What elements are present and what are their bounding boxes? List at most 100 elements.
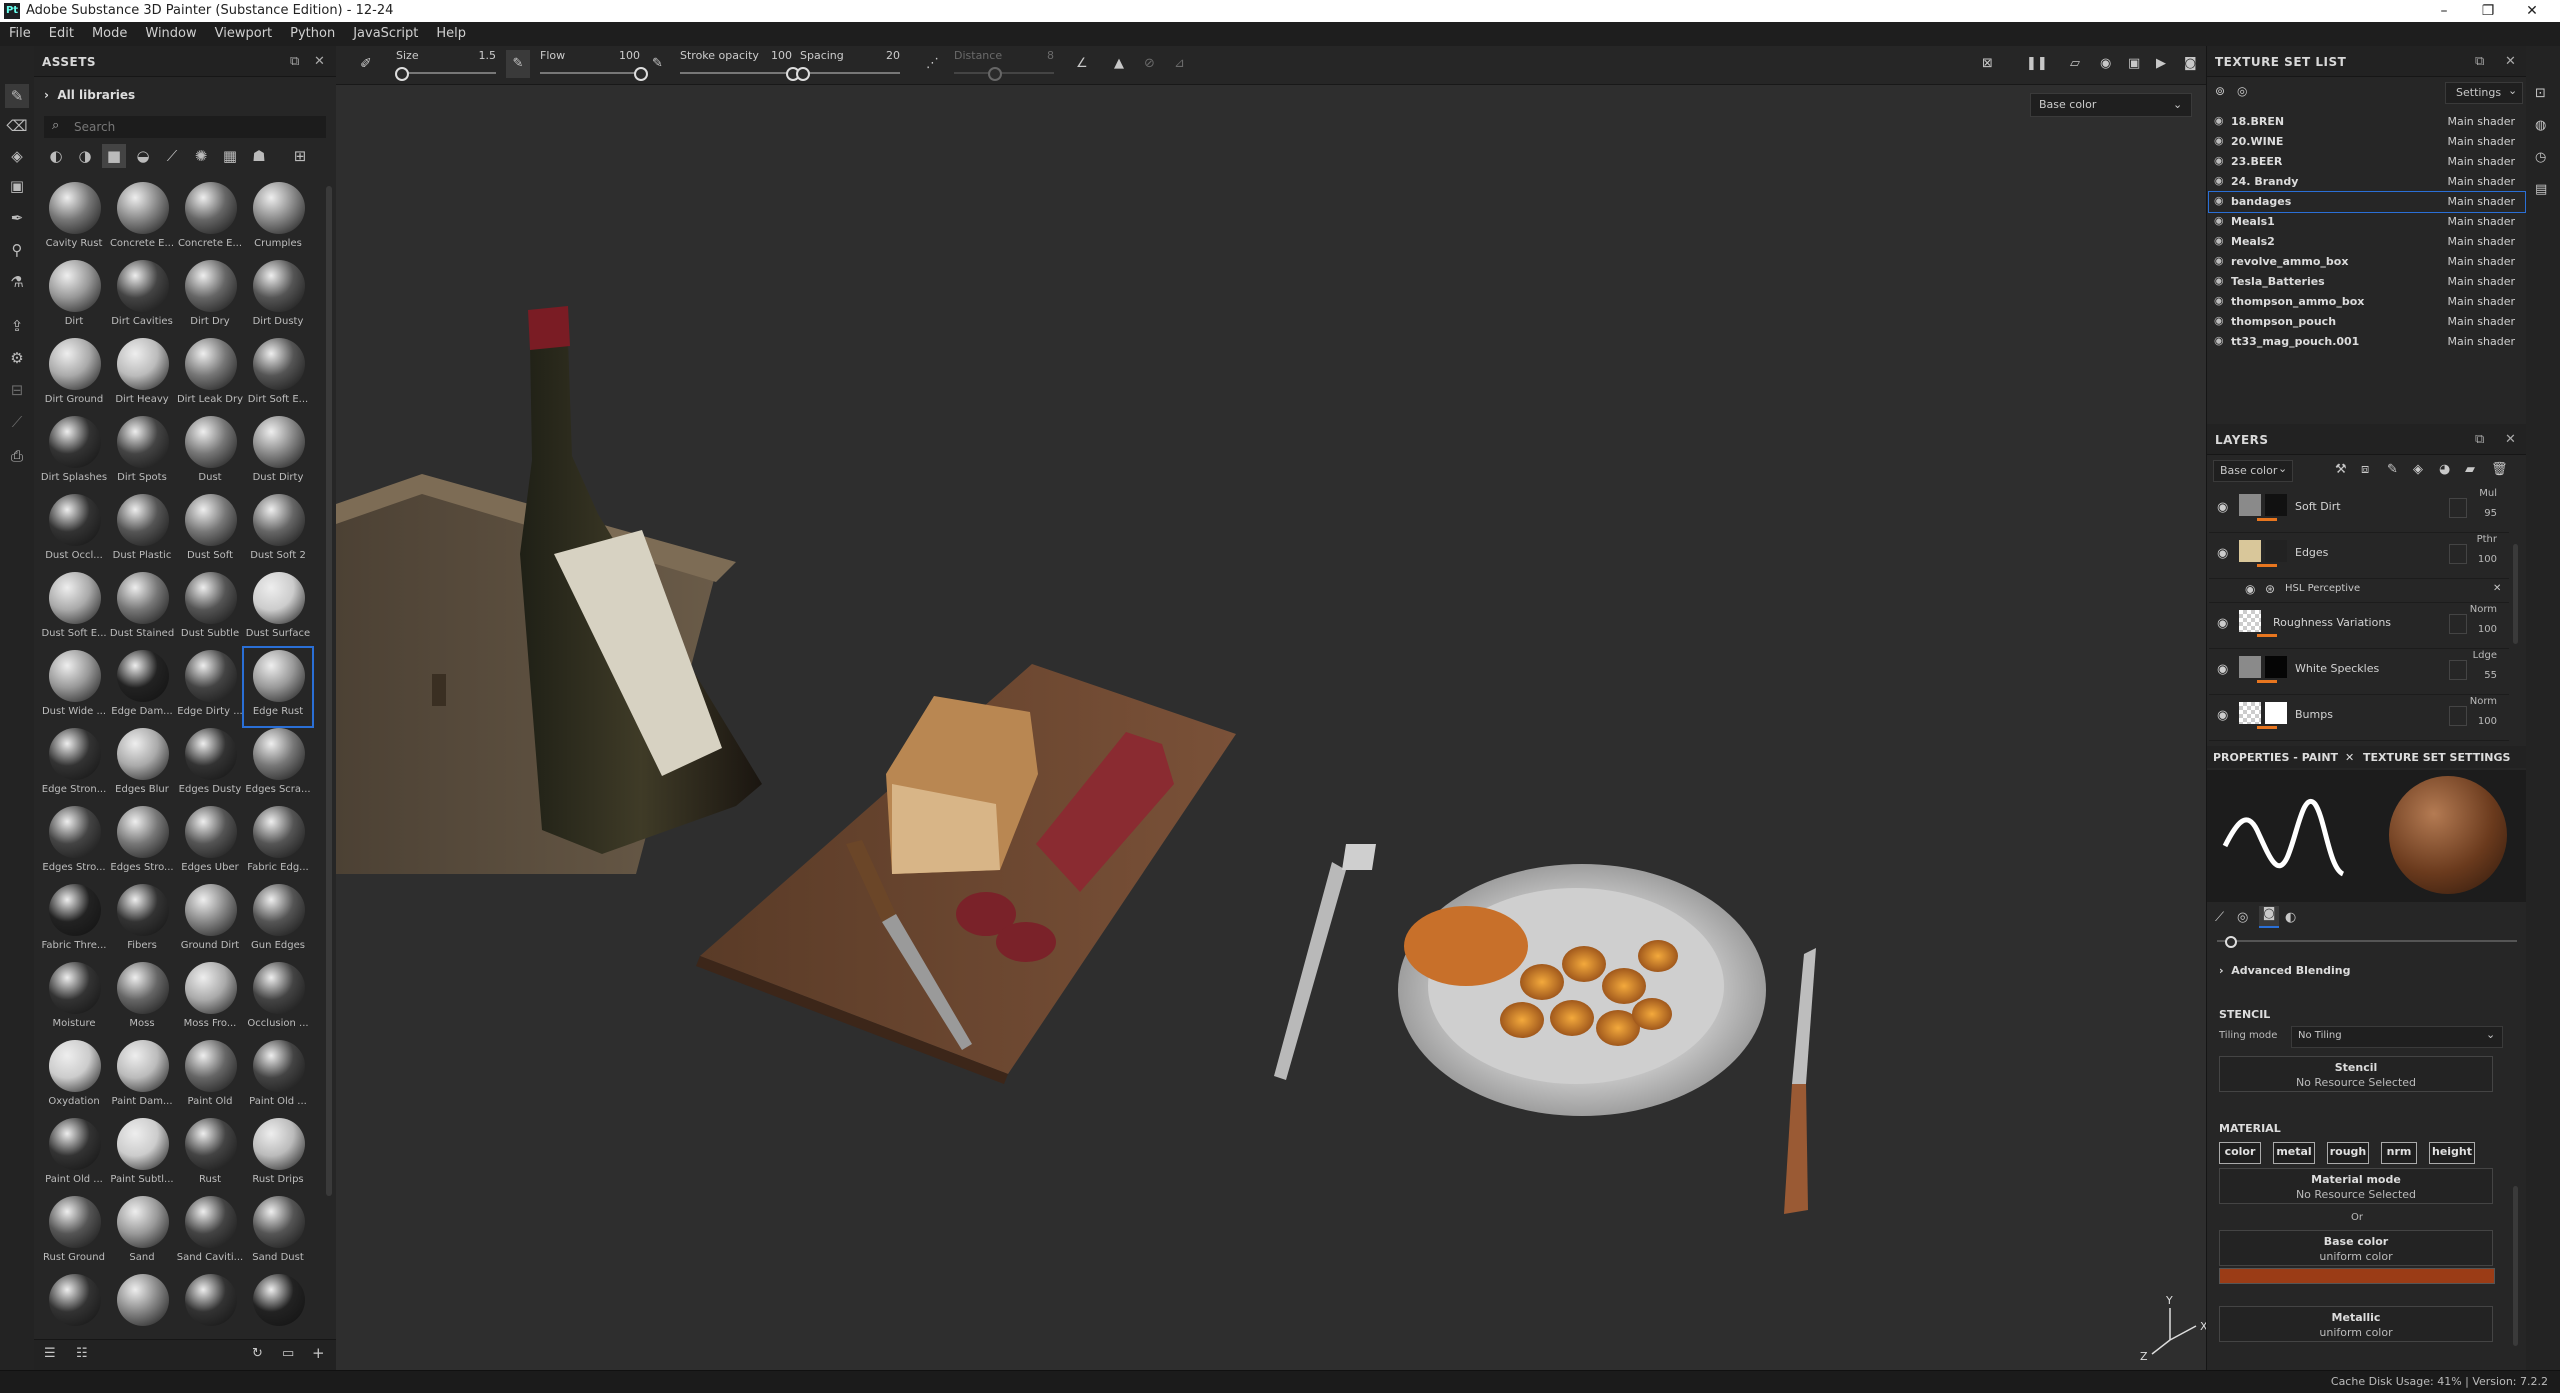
- channel-rough-toggle[interactable]: rough: [2327, 1142, 2369, 1164]
- menu-window[interactable]: Window: [136, 22, 205, 41]
- texture-set-list-icon[interactable]: ⊡: [2535, 86, 2546, 101]
- layer-select-box[interactable]: [2449, 706, 2467, 726]
- camera-mode-icon[interactable]: ▱: [2070, 56, 2080, 71]
- display-mode-icon[interactable]: ◉: [2100, 56, 2111, 71]
- filter-environments-icon[interactable]: ☗: [247, 144, 271, 168]
- tab-texture-set-settings[interactable]: TEXTURE SET SETTINGS: [2363, 751, 2510, 764]
- food-plate[interactable]: [1398, 864, 1766, 1116]
- maximize-button[interactable]: ❐: [2468, 1, 2508, 21]
- asset-item[interactable]: Dirt Dusty: [244, 258, 312, 336]
- asset-item[interactable]: Dirt Splashes: [40, 414, 108, 492]
- asset-item[interactable]: Fibers: [108, 882, 176, 960]
- menu-help[interactable]: Help: [427, 22, 475, 41]
- asset-item[interactable]: Rust: [176, 1116, 244, 1194]
- filter-brushes-icon[interactable]: ⟋: [160, 144, 184, 168]
- list-icon[interactable]: ☷: [76, 1346, 88, 1361]
- add-icon[interactable]: +: [312, 1344, 325, 1362]
- asset-item[interactable]: [108, 1272, 176, 1330]
- asset-item[interactable]: Dust Dirty: [244, 414, 312, 492]
- filter-particles-icon[interactable]: ✺: [189, 144, 213, 168]
- video-icon[interactable]: ▶: [2156, 56, 2166, 71]
- mirror-icon[interactable]: ⊘: [1144, 56, 1155, 71]
- asset-search[interactable]: ⌕ Search: [44, 116, 326, 138]
- asset-item[interactable]: Edges Dusty: [176, 726, 244, 804]
- close-icon[interactable]: ✕: [2493, 583, 2501, 594]
- channel-metal-toggle[interactable]: metal: [2273, 1142, 2315, 1164]
- eraser-icon[interactable]: ⌫: [5, 114, 29, 138]
- eye-icon[interactable]: ◎: [2237, 84, 2247, 98]
- log-icon[interactable]: ▤: [2535, 182, 2547, 197]
- layer-opacity[interactable]: 95: [2484, 508, 2497, 519]
- texture-set-row[interactable]: ◉ Meals2 Main shader: [2209, 232, 2525, 252]
- layer-blend-mode[interactable]: Pthr: [2477, 534, 2497, 545]
- eye-icon[interactable]: ◉: [2217, 616, 2228, 631]
- layer-opacity[interactable]: 100: [2478, 554, 2497, 565]
- stencil-resource-button[interactable]: Stencil No Resource Selected: [2219, 1056, 2493, 1092]
- asset-item[interactable]: Dirt Dry: [176, 258, 244, 336]
- eye-icon[interactable]: ◉: [2214, 134, 2224, 147]
- base-color-button[interactable]: Base color uniform color: [2219, 1230, 2493, 1266]
- asset-item[interactable]: Edges Uber: [176, 804, 244, 882]
- fork[interactable]: [1274, 844, 1376, 1080]
- display-settings-icon[interactable]: ◍: [2535, 118, 2546, 133]
- asset-item[interactable]: Edges Blur: [108, 726, 176, 804]
- tiling-mode-select[interactable]: No Tiling ⌄: [2291, 1026, 2503, 1048]
- filter-materials-icon[interactable]: ◐: [44, 144, 68, 168]
- asset-item[interactable]: Dust Soft 2: [244, 492, 312, 570]
- asset-item[interactable]: Dirt Spots: [108, 414, 176, 492]
- texture-set-row[interactable]: ◉ Meals1 Main shader: [2209, 212, 2525, 232]
- viewport[interactable]: ✐ Size 1.5 ✎ Flow 100 ✎ Stroke opacity 1…: [336, 46, 2206, 1370]
- layer-blend-mode[interactable]: Norm: [2470, 604, 2497, 615]
- layer-select-box[interactable]: [2449, 544, 2467, 564]
- asset-item[interactable]: Paint Old ...: [40, 1116, 108, 1194]
- close-icon[interactable]: ✕: [314, 54, 325, 69]
- layer-row[interactable]: ◉ Edges Pthr 100: [2209, 532, 2509, 579]
- minimize-button[interactable]: –: [2424, 1, 2464, 21]
- asset-item[interactable]: Ground Dirt: [176, 882, 244, 960]
- bake-icon[interactable]: ⇪: [5, 314, 29, 338]
- layers-scrollbar[interactable]: [2513, 544, 2518, 644]
- eye-icon[interactable]: ◉: [2214, 274, 2224, 287]
- eye-icon[interactable]: ◉: [2214, 254, 2224, 267]
- asset-item[interactable]: Sand: [108, 1194, 176, 1272]
- lazy-mouse-icon[interactable]: ⋰: [926, 56, 939, 71]
- undock-icon[interactable]: ⧉: [2475, 432, 2484, 447]
- asset-item[interactable]: Dirt Leak Dry: [176, 336, 244, 414]
- asset-item[interactable]: [244, 1272, 312, 1330]
- undock-icon[interactable]: ⧉: [290, 54, 299, 69]
- texture-set-row[interactable]: ◉ revolve_ammo_box Main shader: [2209, 252, 2525, 272]
- layer-select-box[interactable]: [2449, 660, 2467, 680]
- layer-row[interactable]: ◉ Bumps Norm 100: [2209, 694, 2509, 741]
- flow-pressure-icon[interactable]: ✎: [652, 56, 663, 71]
- asset-item[interactable]: Dirt Soft E...: [244, 336, 312, 414]
- close-window-button[interactable]: ✕: [2512, 1, 2552, 21]
- asset-item[interactable]: Dirt Heavy: [108, 336, 176, 414]
- layer-blend-mode[interactable]: Norm: [2470, 696, 2497, 707]
- asset-item[interactable]: Dirt Ground: [40, 336, 108, 414]
- layers-channel-select[interactable]: Base color ⌄: [2213, 460, 2293, 482]
- polygon-fill-icon[interactable]: ⚙: [5, 346, 29, 370]
- asset-item[interactable]: Dust Surface: [244, 570, 312, 648]
- distance-slider[interactable]: Distance 8: [954, 46, 1054, 84]
- menu-edit[interactable]: Edit: [40, 22, 83, 41]
- close-icon[interactable]: ✕: [2345, 751, 2354, 764]
- projection-icon[interactable]: ◈: [5, 144, 29, 168]
- asset-item[interactable]: Dirt: [40, 258, 108, 336]
- assets-scrollbar[interactable]: [326, 186, 332, 1196]
- close-icon[interactable]: ✕: [2505, 54, 2516, 69]
- properties-slider-knob[interactable]: [2225, 936, 2237, 948]
- color-picker-icon[interactable]: ⚗: [5, 270, 29, 294]
- sort-icon[interactable]: ☰: [44, 1346, 56, 1361]
- table-knife[interactable]: [1784, 948, 1816, 1214]
- asset-item[interactable]: Fabric Edg...: [244, 804, 312, 882]
- asset-item[interactable]: Crumples: [244, 180, 312, 258]
- add-effect-icon[interactable]: ⚒: [2335, 462, 2347, 477]
- add-folder-icon[interactable]: ▰: [2465, 462, 2475, 477]
- properties-scrollbar[interactable]: [2513, 1186, 2518, 1346]
- filter-row[interactable]: ◉ ⊛ HSL Perceptive ✕: [2209, 578, 2509, 603]
- hide-overlays-icon[interactable]: ⊠: [1982, 56, 1993, 71]
- asset-item[interactable]: Dust Wide ...: [40, 648, 108, 726]
- asset-item[interactable]: Dust Stained: [108, 570, 176, 648]
- asset-item[interactable]: Paint Old: [176, 1038, 244, 1116]
- eye-icon[interactable]: ◉: [2214, 294, 2224, 307]
